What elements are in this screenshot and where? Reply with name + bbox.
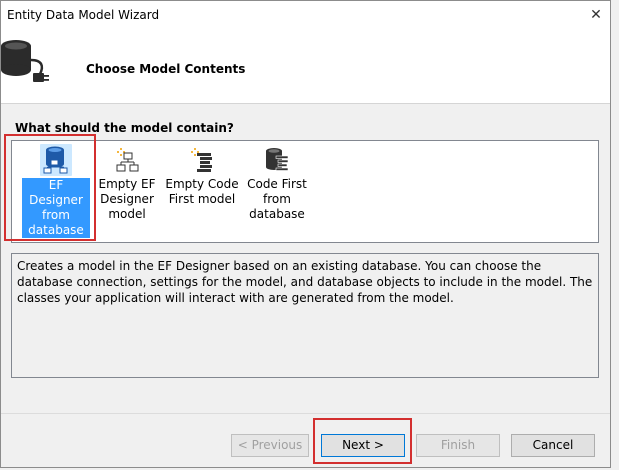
close-icon: ✕: [590, 7, 602, 23]
option-label: Empty EF Designer model: [98, 177, 156, 221]
finish-button[interactable]: Finish: [416, 434, 500, 457]
model-contents-question: What should the model contain?: [15, 121, 234, 135]
option-label: EF Designer from database: [18, 178, 94, 238]
next-button[interactable]: Next >: [321, 434, 405, 457]
header-divider: [1, 103, 610, 104]
model-contents-list[interactable]: EF Designer from database Empty EF Desig…: [11, 140, 599, 243]
option-empty-code-first-model[interactable]: Empty Code First model: [164, 141, 240, 207]
previous-button[interactable]: < Previous: [231, 434, 309, 457]
option-ef-designer-from-database[interactable]: EF Designer from database: [18, 141, 94, 238]
empty-ef-designer-icon: [116, 148, 139, 172]
database-plug-icon: [0, 36, 50, 92]
close-button[interactable]: ✕: [582, 1, 610, 29]
footer-divider: [1, 413, 610, 414]
window-title: Entity Data Model Wizard: [7, 8, 160, 22]
option-code-first-from-database[interactable]: Code First from database: [242, 141, 312, 222]
option-label: Empty Code First model: [165, 177, 239, 206]
option-empty-ef-designer-model[interactable]: Empty EF Designer model: [92, 141, 162, 222]
code-first-database-icon: [266, 148, 289, 171]
option-description: Creates a model in the EF Designer based…: [11, 253, 599, 378]
page-title: Choose Model Contents: [86, 62, 246, 76]
ef-designer-database-icon: [43, 146, 68, 174]
option-label: Code First from database: [247, 177, 307, 221]
empty-code-first-icon: [191, 148, 212, 172]
cancel-button[interactable]: Cancel: [511, 434, 595, 457]
